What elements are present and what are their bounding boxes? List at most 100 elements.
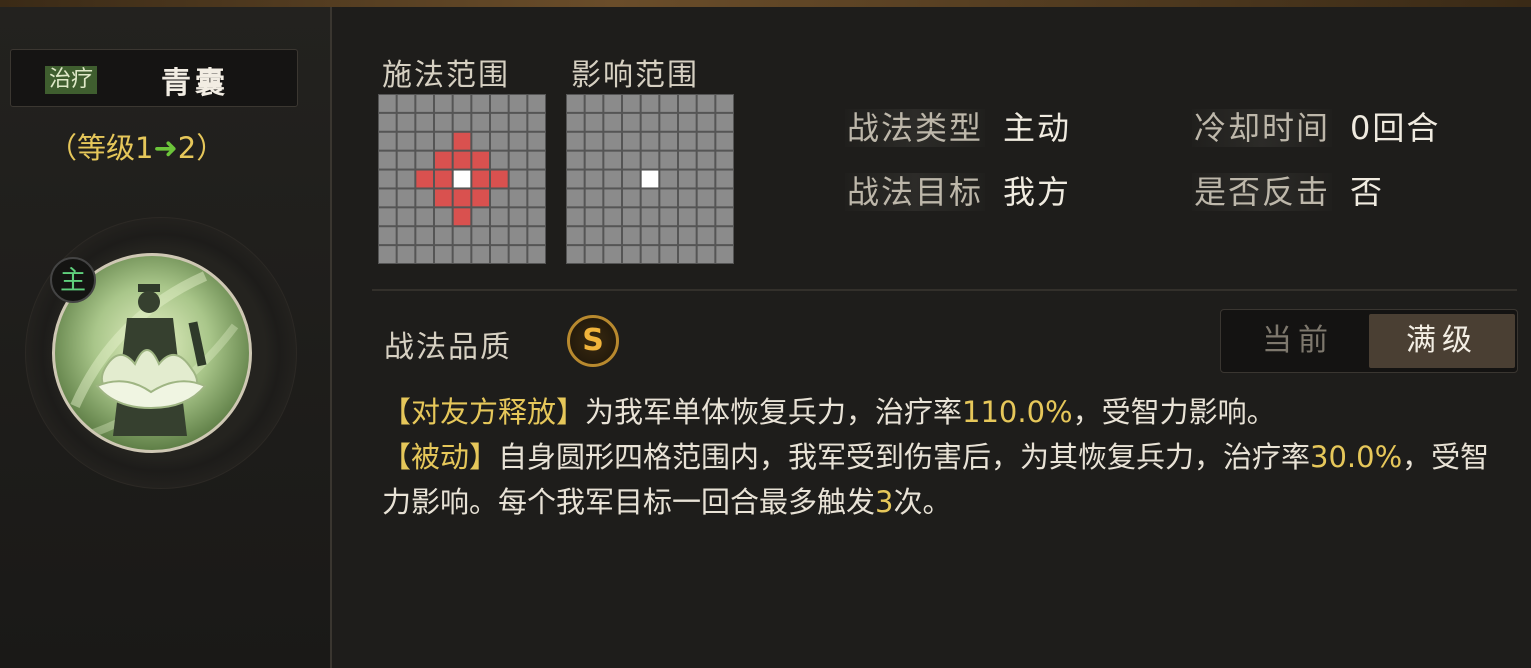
effect-range-cell — [660, 170, 677, 188]
active-heal-rate: 110.0% — [962, 395, 1073, 429]
quality-label: 战法品质 — [384, 330, 512, 365]
cast-range-cell — [435, 208, 452, 226]
cast-range-highlight-cell — [416, 170, 433, 188]
effect-range-cell — [641, 189, 659, 207]
effect-range-cell — [679, 151, 696, 169]
cast-range-cell — [379, 227, 396, 245]
effect-range-cell — [623, 95, 640, 112]
cooldown-value: 0回合 — [1350, 109, 1441, 147]
effect-range-cell — [641, 208, 659, 226]
effect-range-cell — [641, 113, 659, 131]
description-line-passive: 【被动】自身圆形四格范围内，我军受到伤害后，为其恢复兵力，治疗率30.0%，受智… — [382, 435, 1502, 525]
effect-range-cell — [716, 151, 733, 169]
cast-range-cell — [397, 246, 415, 263]
effect-range-cell — [585, 189, 603, 207]
section-divider — [372, 289, 1517, 291]
effect-range-cell — [604, 189, 621, 207]
cast-range-cell — [528, 208, 545, 226]
current-level-tab[interactable]: 当前 — [1225, 314, 1371, 368]
cast-range-cell — [528, 189, 545, 207]
cast-range-cell — [416, 151, 433, 169]
cast-range-cell — [435, 113, 452, 131]
cast-range-cell — [491, 95, 508, 112]
effect-range-cell — [585, 113, 603, 131]
cast-range-cell — [379, 170, 396, 188]
effect-range-cell — [641, 132, 659, 150]
level-upgrade-text: （等级1➜2） — [48, 125, 225, 167]
effect-range-cell — [697, 246, 715, 263]
level-close: ） — [196, 131, 226, 165]
effect-range-cell — [679, 208, 696, 226]
cast-range-cell — [397, 170, 415, 188]
effect-range-cell — [679, 189, 696, 207]
passive-tail: 次。 — [893, 485, 952, 519]
effect-range-cell — [641, 227, 659, 245]
effect-range-cell — [697, 113, 715, 131]
effect-range-cell — [660, 208, 677, 226]
effect-range-cell — [679, 95, 696, 112]
effect-range-cell — [679, 132, 696, 150]
cast-range-cell — [491, 132, 508, 150]
passive-bracket: 【被动】 — [382, 440, 499, 474]
counter-value: 否 — [1350, 173, 1385, 211]
cast-range-title: 施法范围 — [382, 58, 510, 93]
effect-range-cell — [604, 95, 621, 112]
cast-range-highlight-cell — [453, 189, 471, 207]
cast-range-cell — [491, 151, 508, 169]
effect-range-cell — [585, 95, 603, 112]
effect-range-cell — [585, 246, 603, 263]
effect-range-cell — [567, 170, 584, 188]
top-frame-bar — [0, 0, 1531, 7]
effect-range-cell — [623, 132, 640, 150]
cast-range-cell — [509, 132, 527, 150]
level-arrow-icon: ➜ — [153, 131, 178, 165]
cast-range-cell — [435, 132, 452, 150]
cast-range-cell — [453, 246, 471, 263]
effect-range-cell — [623, 113, 640, 131]
level-from: 1 — [135, 131, 154, 165]
cast-range-cell — [472, 113, 489, 131]
level-to: 2 — [177, 131, 197, 165]
effect-range-cell — [660, 113, 677, 131]
effect-range-cell — [604, 132, 621, 150]
quality-grade-badge: S — [567, 315, 619, 367]
effect-range-cell — [697, 189, 715, 207]
cast-range-highlight-cell — [491, 170, 508, 188]
cast-range-cell — [528, 132, 545, 150]
effect-range-cell — [716, 208, 733, 226]
effect-range-cell — [585, 227, 603, 245]
max-level-tab[interactable]: 满级 — [1369, 314, 1515, 368]
effect-range-cell — [623, 170, 640, 188]
level-open: （等级 — [48, 131, 136, 165]
cast-range-cell — [435, 246, 452, 263]
effect-range-cell — [567, 132, 584, 150]
effect-range-cell — [567, 95, 584, 112]
cast-range-cell — [416, 189, 433, 207]
skill-type-row: 战法类型 主动 — [845, 103, 1071, 149]
effect-range-cell — [585, 132, 603, 150]
effect-range-center-cell — [641, 170, 659, 188]
cast-range-cell — [379, 189, 396, 207]
cast-range-cell — [435, 95, 452, 112]
effect-range-cell — [641, 95, 659, 112]
effect-range-cell — [623, 227, 640, 245]
cast-range-cell — [435, 227, 452, 245]
skill-target-label: 战法目标 — [845, 173, 986, 211]
effect-range-cell — [623, 246, 640, 263]
effect-range-cell — [679, 113, 696, 131]
cast-range-cell — [379, 95, 396, 112]
cast-range-center-cell — [453, 170, 471, 188]
cast-range-highlight-cell — [453, 151, 471, 169]
passive-trigger-count: 3 — [875, 485, 894, 519]
cast-range-cell — [416, 95, 433, 112]
cast-range-cell — [397, 95, 415, 112]
effect-range-cell — [585, 151, 603, 169]
cast-range-cell — [453, 227, 471, 245]
cast-range-cell — [528, 95, 545, 112]
effect-range-cell — [716, 132, 733, 150]
effect-range-cell — [567, 189, 584, 207]
effect-range-cell — [697, 132, 715, 150]
skill-target-value: 我方 — [1003, 173, 1072, 211]
effect-range-cell — [660, 246, 677, 263]
effect-range-cell — [604, 151, 621, 169]
